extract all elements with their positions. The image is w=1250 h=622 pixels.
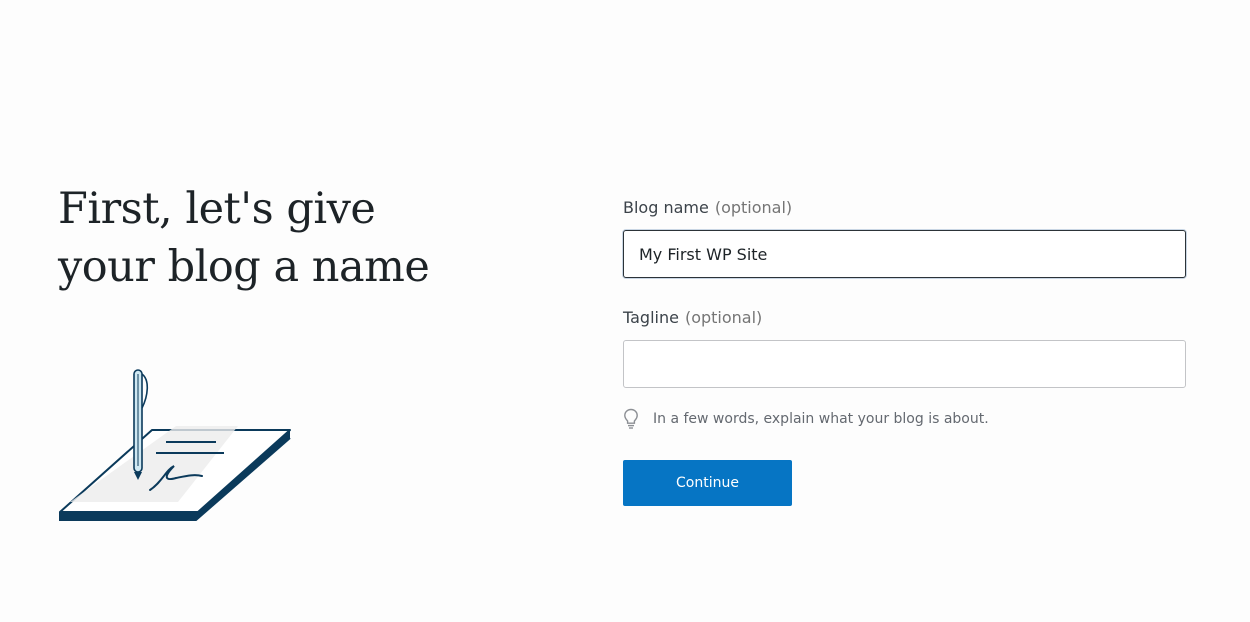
page-title: First, let's give your blog a name — [58, 180, 430, 296]
tagline-hint: In a few words, explain what your blog i… — [623, 404, 1186, 434]
blog-name-label: Blog name (optional) — [623, 196, 1186, 220]
blog-name-input[interactable] — [623, 230, 1186, 278]
continue-button[interactable]: Continue — [623, 460, 792, 506]
blog-name-optional-tag: (optional) — [714, 198, 793, 217]
tagline-optional-tag: (optional) — [684, 308, 763, 327]
lightbulb-icon — [624, 408, 638, 429]
tagline-hint-text: In a few words, explain what your blog i… — [653, 411, 989, 427]
tagline-label-text: Tagline — [623, 308, 679, 327]
blog-name-label-text: Blog name — [623, 198, 709, 217]
pen-and-paper-illustration — [59, 369, 291, 521]
tagline-label: Tagline (optional) — [623, 306, 1186, 330]
tagline-field: Tagline (optional) — [623, 306, 1186, 388]
page-title-line-1: First, let's give — [58, 184, 376, 234]
tagline-input[interactable] — [623, 340, 1186, 388]
blog-setup-form: Blog name (optional) Tagline (optional) In… — [623, 196, 1186, 506]
page-title-line-2: your blog a name — [58, 242, 430, 292]
blog-name-field: Blog name (optional) — [623, 196, 1186, 278]
